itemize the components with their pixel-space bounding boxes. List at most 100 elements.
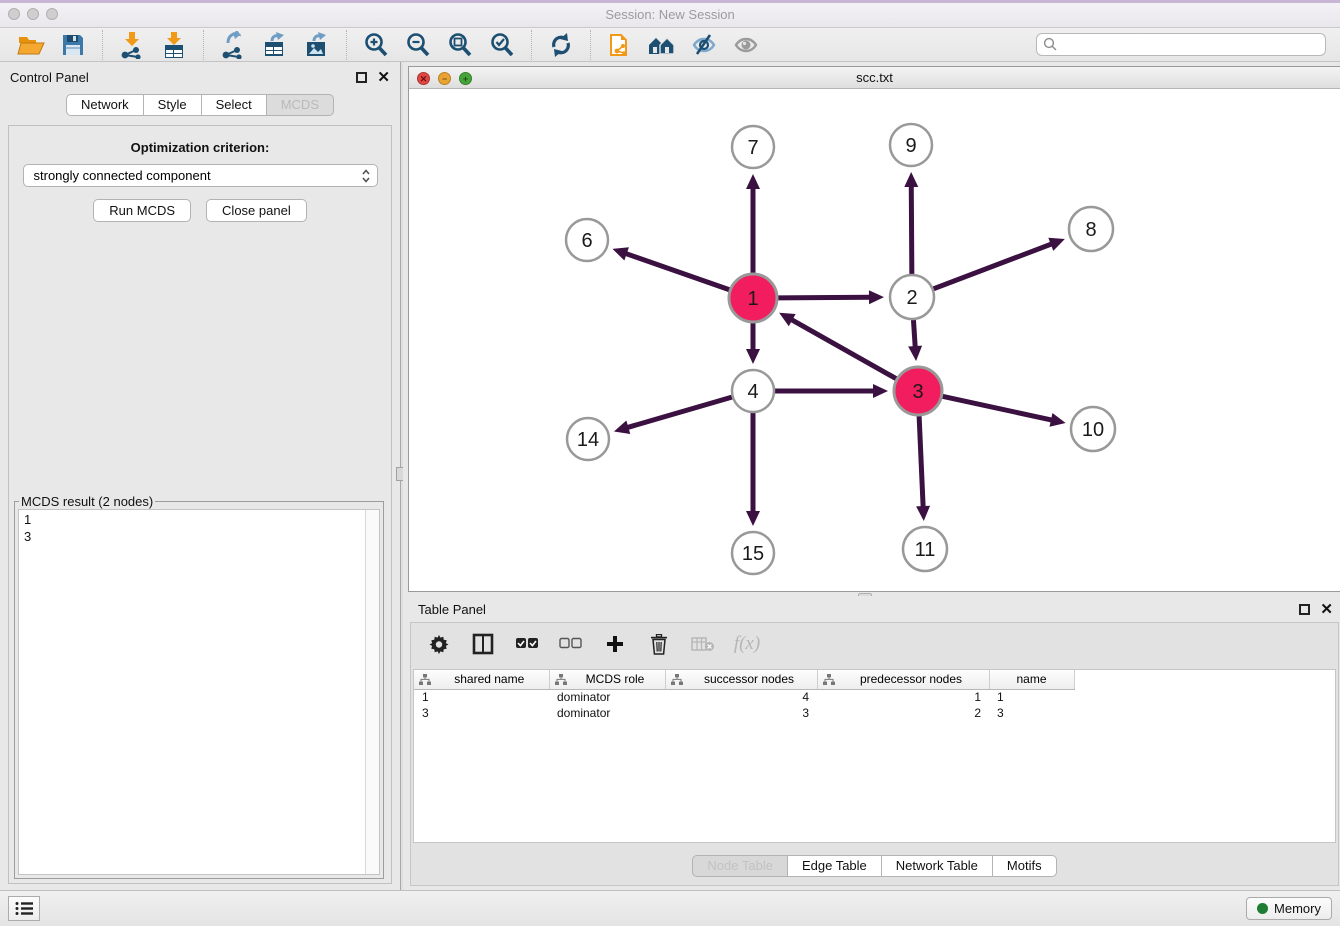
main-toolbar bbox=[0, 28, 1340, 62]
table-panel-close-icon[interactable]: ✕ bbox=[1320, 604, 1333, 615]
new-network-from-selection-icon[interactable] bbox=[604, 30, 636, 60]
network-canvas[interactable]: 7968124314101511 bbox=[409, 89, 1340, 591]
tab-select[interactable]: Select bbox=[202, 94, 267, 116]
table-cell[interactable]: 3 bbox=[665, 705, 817, 721]
mcds-result-group: MCDS result (2 nodes) 1 3 bbox=[14, 494, 384, 879]
tab-motifs[interactable]: Motifs bbox=[993, 855, 1057, 877]
tab-network-table[interactable]: Network Table bbox=[882, 855, 993, 877]
memory-button[interactable]: Memory bbox=[1246, 897, 1332, 920]
edge-arrow-2-3 bbox=[908, 346, 922, 361]
tab-node-table[interactable]: Node Table bbox=[692, 855, 788, 877]
control-panel-title: Control Panel bbox=[10, 70, 356, 85]
table-panel-float-icon[interactable] bbox=[1299, 604, 1310, 615]
tab-style[interactable]: Style bbox=[144, 94, 202, 116]
first-neighbors-icon[interactable] bbox=[646, 30, 678, 60]
close-panel-button[interactable]: Close panel bbox=[206, 199, 307, 222]
table-cell[interactable]: 3 bbox=[989, 705, 1074, 721]
zoom-fit-icon[interactable] bbox=[444, 30, 476, 60]
table-tabs: Node TableEdge TableNetwork TableMotifs bbox=[692, 855, 1056, 877]
unselect-all-checkbox-icon[interactable] bbox=[559, 632, 583, 656]
node-table[interactable]: shared nameMCDS rolesuccessor nodesprede… bbox=[413, 669, 1336, 843]
edge-arrow-3-11 bbox=[916, 506, 930, 521]
search-input[interactable] bbox=[1062, 38, 1319, 52]
network-window-titlebar[interactable]: ✕ − + scc.txt bbox=[409, 67, 1340, 89]
task-history-icon[interactable] bbox=[8, 896, 40, 921]
table-cell[interactable]: 1 bbox=[414, 689, 549, 705]
zoom-selected-icon[interactable] bbox=[486, 30, 518, 60]
export-image-icon[interactable] bbox=[301, 30, 333, 60]
window-minimize-icon[interactable] bbox=[27, 8, 39, 20]
edge-arrow-4-3 bbox=[873, 384, 888, 398]
add-column-icon[interactable] bbox=[603, 632, 627, 656]
edge-3-10[interactable] bbox=[942, 396, 1053, 420]
table-row[interactable]: 3dominator323 bbox=[414, 705, 1074, 721]
table-cell[interactable]: dominator bbox=[549, 705, 665, 721]
column-header-successor-nodes[interactable]: successor nodes bbox=[665, 670, 817, 689]
edge-arrow-3-10 bbox=[1049, 413, 1065, 427]
table-cell[interactable]: 1 bbox=[989, 689, 1074, 705]
refresh-icon[interactable] bbox=[545, 30, 577, 60]
network-close-icon[interactable]: ✕ bbox=[417, 72, 430, 85]
node-label-10: 10 bbox=[1082, 419, 1104, 441]
node-label-14: 14 bbox=[577, 429, 599, 451]
edge-1-2[interactable] bbox=[778, 297, 871, 298]
node-label-2: 2 bbox=[906, 287, 917, 309]
zoom-out-icon[interactable] bbox=[402, 30, 434, 60]
control-panel-tabs: NetworkStyleSelectMCDS bbox=[0, 94, 400, 116]
table-cell[interactable]: 2 bbox=[817, 705, 989, 721]
hide-selected-icon[interactable] bbox=[688, 30, 720, 60]
table-cell[interactable]: 1 bbox=[817, 689, 989, 705]
edge-2-9[interactable] bbox=[911, 185, 912, 274]
edge-3-1[interactable] bbox=[790, 319, 896, 379]
edge-2-3[interactable] bbox=[913, 320, 915, 348]
control-panel-close-icon[interactable]: ✕ bbox=[377, 72, 390, 83]
edge-4-14[interactable] bbox=[626, 397, 731, 428]
app-title: Session: New Session bbox=[0, 0, 1340, 30]
window-zoom-icon[interactable] bbox=[46, 8, 58, 20]
save-session-icon[interactable] bbox=[57, 30, 89, 60]
edge-2-8[interactable] bbox=[934, 244, 1053, 289]
table-row[interactable]: 1dominator411 bbox=[414, 689, 1074, 705]
select-all-checkbox-icon[interactable] bbox=[515, 632, 539, 656]
network-graph[interactable]: 7968124314101511 bbox=[409, 89, 1340, 591]
open-file-icon[interactable] bbox=[15, 30, 47, 60]
window-close-icon[interactable] bbox=[8, 8, 20, 20]
show-all-icon[interactable] bbox=[730, 30, 762, 60]
import-table-icon[interactable] bbox=[158, 30, 190, 60]
column-header-MCDS-role[interactable]: MCDS role bbox=[549, 670, 665, 689]
run-mcds-button[interactable]: Run MCDS bbox=[93, 199, 191, 222]
network-minimize-icon[interactable]: − bbox=[438, 72, 451, 85]
table-cell[interactable]: 3 bbox=[414, 705, 549, 721]
gear-icon[interactable] bbox=[427, 632, 451, 656]
export-table-icon[interactable] bbox=[259, 30, 291, 60]
function-builder-icon: f(x) bbox=[735, 632, 759, 656]
control-panel-float-icon[interactable] bbox=[356, 72, 367, 83]
edge-3-11[interactable] bbox=[919, 416, 923, 508]
tab-edge-table[interactable]: Edge Table bbox=[788, 855, 882, 877]
column-header-name[interactable]: name bbox=[989, 670, 1074, 689]
column-header-shared-name[interactable]: shared name bbox=[414, 670, 549, 689]
mcds-result-text[interactable]: 1 3 bbox=[19, 510, 365, 874]
columns-icon[interactable] bbox=[471, 632, 495, 656]
hierarchy-icon bbox=[555, 674, 567, 685]
network-zoom-icon[interactable]: + bbox=[459, 72, 472, 85]
edge-arrow-4-14 bbox=[614, 421, 630, 434]
edge-1-6[interactable] bbox=[625, 253, 730, 290]
search-field[interactable] bbox=[1036, 33, 1326, 56]
tab-network[interactable]: Network bbox=[66, 94, 144, 116]
result-scrollbar[interactable] bbox=[365, 510, 379, 874]
control-panel: Control Panel ✕ NetworkStyleSelectMCDS O… bbox=[0, 62, 400, 890]
import-network-icon[interactable] bbox=[116, 30, 148, 60]
zoom-in-icon[interactable] bbox=[360, 30, 392, 60]
delete-column-icon[interactable] bbox=[647, 632, 671, 656]
table-cell[interactable]: dominator bbox=[549, 689, 665, 705]
export-network-icon[interactable] bbox=[217, 30, 249, 60]
node-label-8: 8 bbox=[1085, 219, 1096, 241]
edge-arrow-1-7 bbox=[746, 174, 760, 189]
optimization-criterion-select[interactable]: strongly connected component bbox=[23, 164, 378, 187]
column-header-predecessor-nodes[interactable]: predecessor nodes bbox=[817, 670, 989, 689]
table-cell[interactable]: 4 bbox=[665, 689, 817, 705]
delete-table-icon bbox=[691, 632, 715, 656]
memory-label: Memory bbox=[1274, 901, 1321, 916]
tab-mcds[interactable]: MCDS bbox=[267, 94, 334, 116]
